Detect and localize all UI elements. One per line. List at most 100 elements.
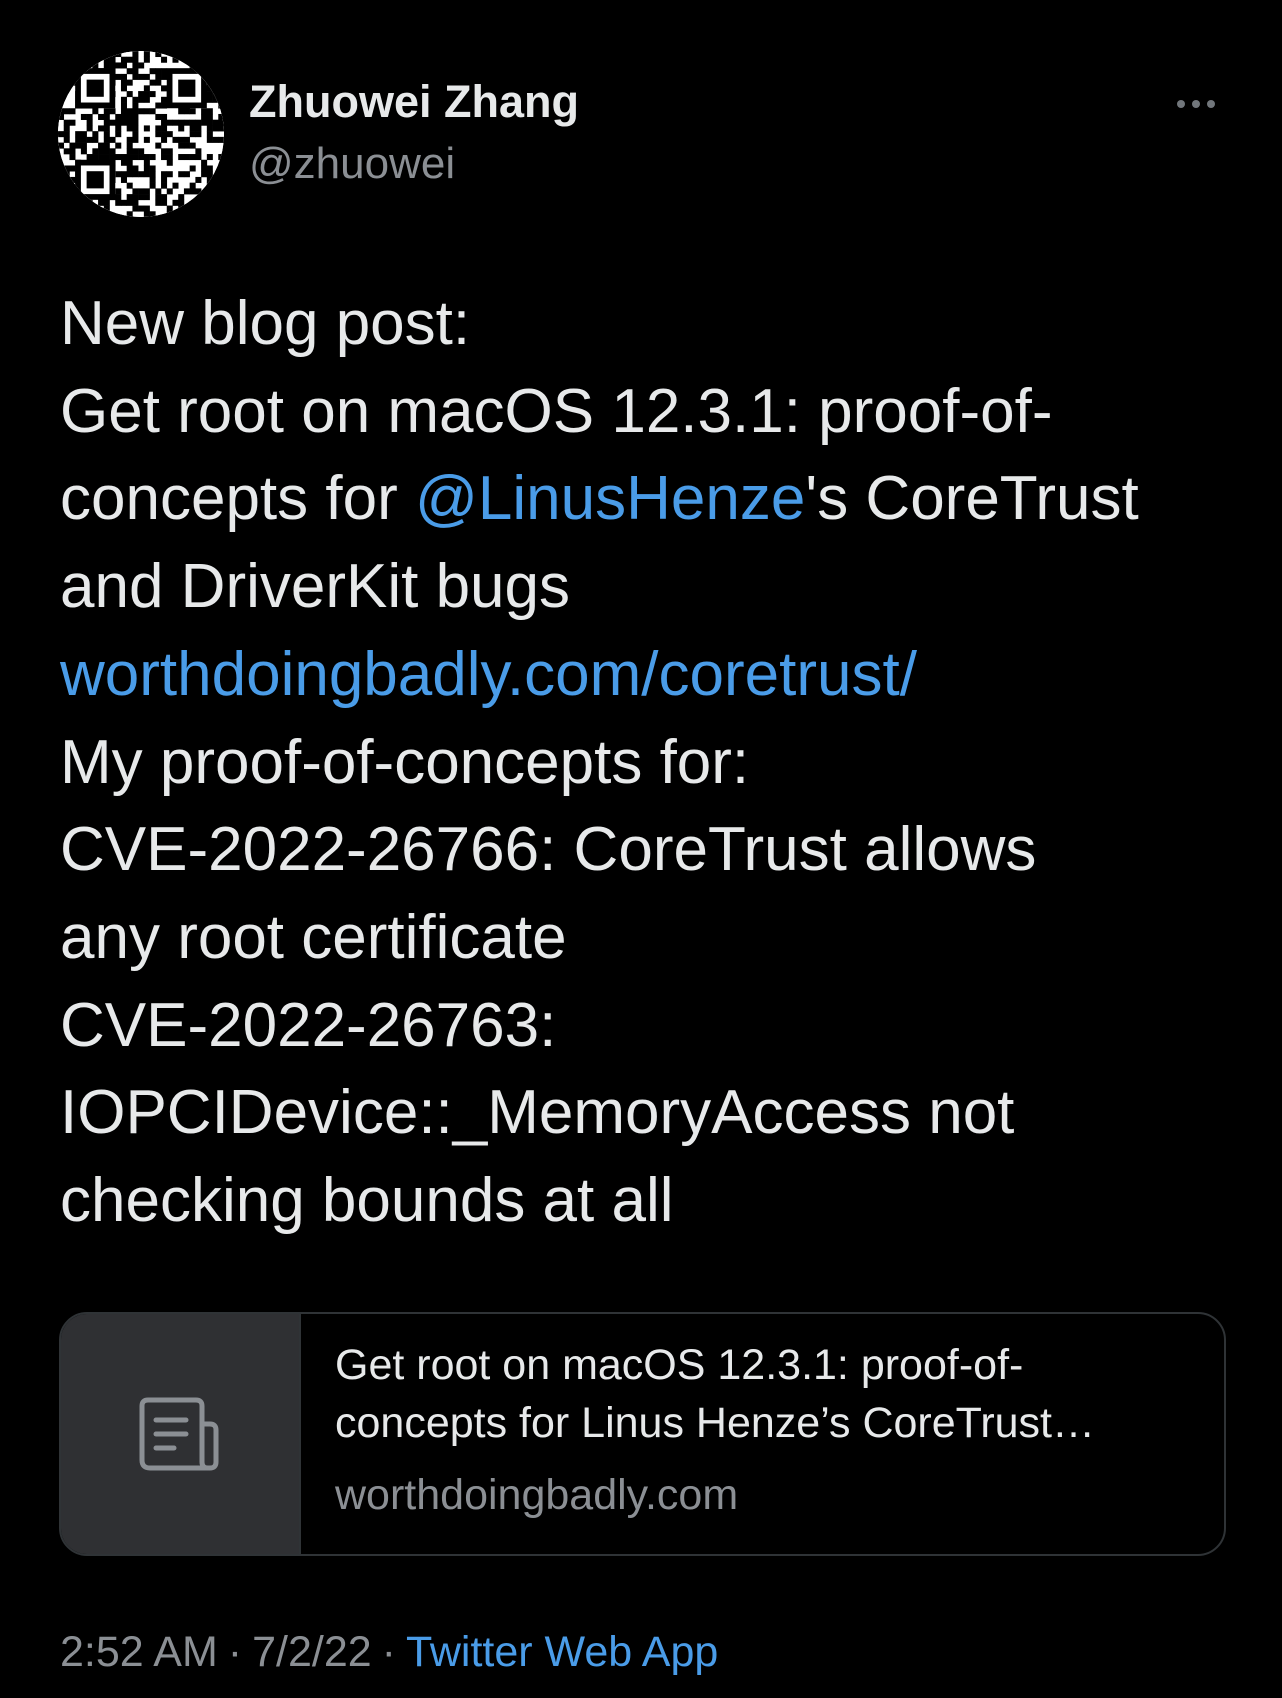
- qr-module: [115, 51, 122, 58]
- qr-module: [75, 142, 82, 149]
- qr-module: [115, 171, 122, 178]
- qr-module: [109, 56, 116, 63]
- qr-module: [172, 211, 179, 217]
- qr-module: [86, 136, 93, 143]
- qr-module: [178, 199, 185, 206]
- qr-module: [206, 182, 213, 189]
- qr-module: [189, 119, 196, 126]
- qr-module: [218, 56, 224, 63]
- qr-module: [98, 154, 105, 161]
- qr-module: [132, 136, 139, 143]
- qr-module: [138, 188, 145, 195]
- qr-module: [161, 56, 168, 63]
- qr-module: [86, 205, 93, 212]
- qr-module: [183, 205, 190, 212]
- qr-module: [183, 142, 190, 149]
- qr-module: [143, 96, 150, 103]
- qr-module: [132, 188, 139, 195]
- qr-module: [143, 171, 150, 178]
- more-horizontal-icon: [1207, 100, 1215, 108]
- qr-module: [75, 136, 82, 143]
- qr-finder: [86, 79, 104, 97]
- qr-module: [126, 79, 133, 86]
- qr-module: [143, 159, 150, 166]
- handle[interactable]: @zhuowei: [249, 136, 455, 192]
- qr-module: [161, 136, 168, 143]
- qr-module: [103, 56, 110, 63]
- qr-module: [115, 142, 122, 149]
- qr-module: [92, 154, 99, 161]
- qr-module: [206, 119, 213, 126]
- qr-module: [109, 51, 116, 58]
- qr-module: [80, 62, 87, 69]
- qr-module: [218, 188, 224, 195]
- qr-module: [132, 68, 139, 75]
- qr-module: [126, 182, 133, 189]
- qr-module: [126, 165, 133, 172]
- qr-module: [143, 73, 150, 80]
- qr-module: [126, 148, 133, 155]
- qr-module: [212, 119, 219, 126]
- qr-module: [206, 171, 213, 178]
- tweet-line: My proof-of-concepts for:: [60, 727, 750, 797]
- qr-module: [206, 211, 213, 217]
- qr-module: [161, 73, 168, 80]
- qr-finder: [178, 79, 196, 97]
- qr-module: [120, 79, 127, 86]
- qr-module: [80, 131, 87, 138]
- qr-module: [63, 119, 70, 126]
- qr-module: [206, 73, 213, 80]
- qr-module: [132, 73, 139, 80]
- avatar[interactable]: [58, 51, 224, 217]
- qr-module: [183, 119, 190, 126]
- qr-module: [183, 154, 190, 161]
- tweet-line: worthdoingbadly.com/coretrust/: [60, 631, 1240, 719]
- qr-module: [126, 171, 133, 178]
- qr-module: [132, 56, 139, 63]
- qr-module: [212, 91, 219, 98]
- card-title-line: Get root on macOS 12.3.1: proof-of-: [335, 1341, 1024, 1389]
- qr-module: [189, 205, 196, 212]
- qr-module: [149, 165, 156, 172]
- qr-module: [58, 171, 65, 178]
- tweet-time[interactable]: 2:52 AM: [60, 1628, 218, 1676]
- source-link[interactable]: Twitter Web App: [406, 1628, 718, 1676]
- qr-module: [212, 62, 219, 69]
- qr-module: [218, 96, 224, 103]
- tweet-line: concepts for @LinusHenze's CoreTrust: [60, 455, 1240, 543]
- qr-module: [63, 211, 70, 217]
- more-options-button[interactable]: [1166, 84, 1226, 124]
- qr-module: [161, 119, 168, 126]
- qr-module: [80, 142, 87, 149]
- qr-module: [189, 142, 196, 149]
- qr-module: [63, 79, 70, 86]
- qr-module: [109, 62, 116, 69]
- qr-module: [58, 211, 65, 217]
- qr-module: [178, 142, 185, 149]
- qr-module: [120, 56, 127, 63]
- qr-module: [115, 154, 122, 161]
- qr-module: [178, 194, 185, 201]
- qr-module: [86, 125, 93, 132]
- tweet-line: IOPCIDevice::_MemoryAccess not: [60, 1078, 1015, 1148]
- display-name[interactable]: Zhuowei Zhang: [249, 74, 579, 130]
- link-preview-card[interactable]: Get root on macOS 12.3.1: proof-of- conc…: [59, 1312, 1226, 1556]
- qr-module: [218, 171, 224, 178]
- qr-module: [69, 148, 76, 155]
- qr-module: [63, 125, 70, 132]
- qr-module: [166, 154, 173, 161]
- qr-module: [143, 108, 150, 115]
- qr-module: [126, 68, 133, 75]
- mention-link[interactable]: @LinusHenze: [415, 464, 805, 533]
- tweet-date[interactable]: 7/2/22: [252, 1628, 372, 1676]
- qr-module: [178, 171, 185, 178]
- qr-module: [58, 96, 65, 103]
- qr-module: [132, 131, 139, 138]
- qr-module: [161, 85, 168, 92]
- url-link[interactable]: worthdoingbadly.com/coretrust/: [60, 640, 917, 709]
- qr-module: [92, 205, 99, 212]
- qr-module: [218, 154, 224, 161]
- qr-module: [69, 176, 76, 183]
- qr-module: [149, 154, 156, 161]
- qr-module: [201, 62, 208, 69]
